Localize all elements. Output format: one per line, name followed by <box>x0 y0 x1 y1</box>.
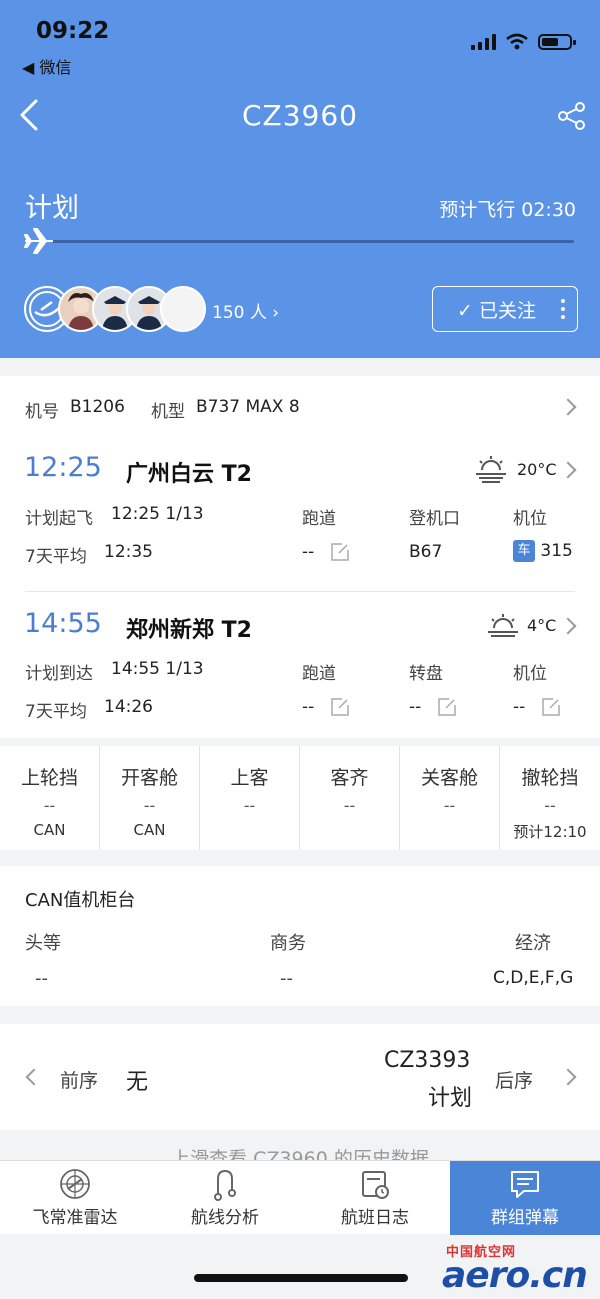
departure-airport: 广州白云 T2 <box>126 462 252 487</box>
sched-arr-value: 14:55 1/13 <box>111 659 204 679</box>
weather-haze-icon <box>488 614 518 637</box>
avg-arr-value: 14:26 <box>104 697 153 717</box>
edit-icon[interactable] <box>330 697 350 717</box>
edit-icon[interactable] <box>437 697 457 717</box>
return-to-wechat[interactable]: ◀ 微信 <box>22 54 71 78</box>
stand-label: 机位 <box>513 664 547 684</box>
status-icons <box>471 33 576 50</box>
more-icon[interactable] <box>561 299 565 323</box>
sched-arr-label: 计划到达 <box>25 664 93 684</box>
watermark-logo: aero.cn <box>442 1255 588 1296</box>
runway-label: 跑道 <box>302 664 336 684</box>
step-item: 上轮挡 -- CAN <box>0 746 100 850</box>
sched-dep-value: 12:25 1/13 <box>111 504 204 524</box>
runway-value: -- <box>302 697 315 717</box>
stand-value: -- <box>513 697 526 717</box>
chevron-right-icon[interactable] <box>559 398 577 416</box>
arrival-time: 14:55 <box>24 608 102 639</box>
prev-label[interactable]: 前序 <box>60 1066 98 1093</box>
chevron-left-icon[interactable] <box>25 1068 43 1086</box>
avatar-placeholder <box>160 286 206 332</box>
log-icon <box>362 1171 389 1199</box>
estimated-duration: 预计飞行 02:30 <box>439 199 576 221</box>
airplane-icon <box>24 228 53 254</box>
chevron-right-icon[interactable] <box>559 461 577 479</box>
checkin-card: CAN值机柜台 头等 -- 商务 -- 经济 C,D,E,F,G <box>0 866 600 1006</box>
chevron-right-icon[interactable] <box>559 1068 577 1086</box>
step-item: 客齐 -- <box>300 746 400 850</box>
departure-weather: 20°C <box>517 460 557 479</box>
battery-icon <box>538 33 576 50</box>
business-label: 商务 <box>270 933 306 954</box>
step-item: 上客 -- <box>200 746 300 850</box>
next-flight[interactable]: CZ3393 <box>384 1048 470 1073</box>
aircraft-reg: B1206 <box>70 397 125 417</box>
economy-label: 经济 <box>515 933 551 954</box>
avg-dep-label: 7天平均 <box>25 547 87 567</box>
chevron-right-icon[interactable] <box>559 617 577 635</box>
divider <box>25 591 575 592</box>
tab-flight-log[interactable]: 航班日志 <box>300 1161 450 1235</box>
weather-haze-icon <box>476 456 506 483</box>
tab-radar[interactable]: 飞常准雷达 <box>0 1161 150 1235</box>
gate-label: 登机口 <box>409 509 460 529</box>
first-class-value: -- <box>35 968 48 989</box>
business-value: -- <box>280 968 293 989</box>
app-screen: 09:22 ◀ 微信 CZ3960 计划 预计飞行 02:30 150 人 › … <box>0 0 600 1299</box>
chat-icon <box>511 1171 539 1198</box>
first-class-label: 头等 <box>25 933 61 954</box>
prev-value[interactable]: 无 <box>126 1064 148 1096</box>
departure-time: 12:25 <box>24 452 102 483</box>
stand-value-wrap: 车 315 <box>513 540 573 562</box>
gate-value: B67 <box>409 542 443 562</box>
checkin-title: CAN值机柜台 <box>25 890 136 911</box>
sched-dep-label: 计划起飞 <box>25 509 93 529</box>
aircraft-reg-label: 机号 <box>25 402 59 422</box>
edit-icon[interactable] <box>541 697 561 717</box>
signal-icon <box>471 33 496 50</box>
bottom-tab-bar: 飞常准雷达 航线分析 航班日志 群组弹幕 <box>0 1160 600 1235</box>
remote-stand-badge: 车 <box>513 540 535 562</box>
progress-track <box>52 240 574 243</box>
share-icon[interactable] <box>556 100 588 132</box>
route-icon <box>214 1169 236 1201</box>
next-status: 计划 <box>428 1086 473 1111</box>
arrival-weather: 4°C <box>527 616 557 635</box>
runway-label: 跑道 <box>302 509 336 529</box>
flight-status: 计划 <box>25 193 79 224</box>
tab-group-chat[interactable]: 群组弹幕 <box>450 1161 600 1235</box>
tab-route-analysis[interactable]: 航线分析 <box>150 1161 300 1235</box>
arrival-airport: 郑州新郑 T2 <box>126 618 252 643</box>
next-label[interactable]: 后序 <box>495 1066 533 1093</box>
follower-avatars[interactable] <box>24 286 214 332</box>
followed-label: ✓ 已关注 <box>457 299 536 322</box>
flight-header: 09:22 ◀ 微信 CZ3960 计划 预计飞行 02:30 150 人 › … <box>0 0 600 358</box>
carousel-label: 转盘 <box>409 664 443 684</box>
avg-dep-value: 12:35 <box>104 542 153 562</box>
step-item: 撤轮挡 -- 预计12:10 <box>513 767 587 841</box>
avg-arr-label: 7天平均 <box>25 702 87 722</box>
stand-value: 315 <box>540 541 573 561</box>
ground-handling-steps: 上轮挡 -- CAN 开客舱 -- CAN 上客 -- 客齐 -- 关客舱 -- 撤轮挡 -- 预… <box>0 746 600 850</box>
aircraft-type-label: 机型 <box>151 402 185 422</box>
followed-button[interactable]: ✓ 已关注 <box>432 286 578 332</box>
runway-value: -- <box>302 542 315 562</box>
status-time: 09:22 <box>36 18 110 44</box>
page-title: CZ3960 <box>242 99 358 132</box>
stand-label: 机位 <box>513 509 547 529</box>
flight-info-card: 机号 B1206 机型 B737 MAX 8 12:25 广州白云 T2 20°… <box>0 376 600 738</box>
wifi-icon <box>506 33 528 50</box>
aircraft-type: B737 MAX 8 <box>196 397 300 417</box>
follower-count[interactable]: 150 人 › <box>212 298 279 323</box>
carousel-value: -- <box>409 697 422 717</box>
home-indicator[interactable] <box>194 1274 408 1282</box>
edit-icon[interactable] <box>330 542 350 562</box>
economy-value: C,D,E,F,G <box>493 968 574 988</box>
radar-icon <box>60 1169 90 1199</box>
step-item: 开客舱 -- CAN <box>100 746 200 850</box>
flight-sequence-card: 前序 无 CZ3393 计划 后序 <box>0 1024 600 1130</box>
step-item: 关客舱 -- <box>400 746 500 850</box>
